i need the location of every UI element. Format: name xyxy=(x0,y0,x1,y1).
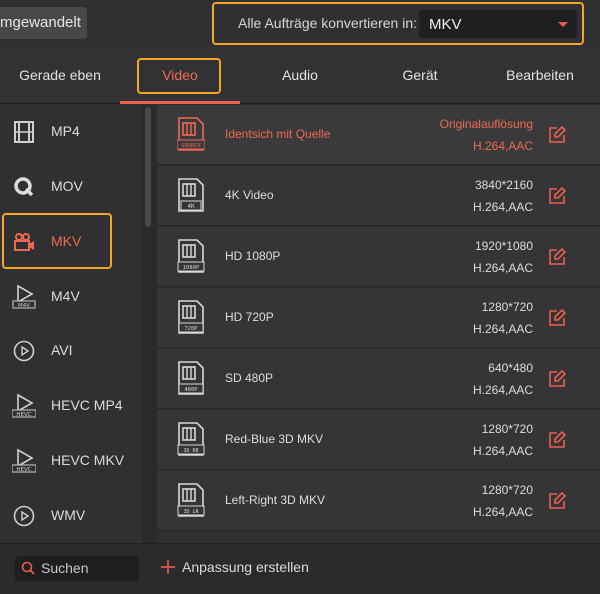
hevc-play-icon: HEVC xyxy=(12,393,36,418)
preset-resolution: 1920*1080 xyxy=(474,239,533,253)
svg-text:3D RB: 3D RB xyxy=(183,448,198,454)
preset-row-source[interactable]: SOURCE Identsich mit Quelle Originalaufl… xyxy=(157,105,600,165)
svg-text:480P: 480P xyxy=(184,387,198,393)
file-icon: 480P xyxy=(178,361,204,395)
tab-recent[interactable]: Gerade eben xyxy=(0,46,120,104)
svg-text:HEVC: HEVC xyxy=(16,467,31,473)
tab-edit[interactable]: Bearbeiten xyxy=(480,46,600,104)
search-placeholder: Suchen xyxy=(41,560,89,576)
m4v-play-icon: M4V xyxy=(12,284,36,309)
preset-resolution: 640*480 xyxy=(488,361,533,375)
sidebar-scrollbar[interactable] xyxy=(142,105,154,543)
play-circle-icon xyxy=(13,505,35,527)
file-icon: 1080P xyxy=(177,239,205,273)
svg-text:SOURCE: SOURCE xyxy=(181,143,201,149)
preset-row-4k[interactable]: 4K 4K Video 3840*2160 H.264,AAC xyxy=(157,166,600,226)
svg-text:720P: 720P xyxy=(184,326,198,332)
tab-audio[interactable]: Audio xyxy=(240,46,360,104)
sidebar-item-avi[interactable]: AVI xyxy=(0,324,142,378)
preset-codec: H.264,AAC xyxy=(472,383,533,397)
sidebar-item-mov[interactable]: MOV xyxy=(0,160,142,214)
film-icon xyxy=(14,121,34,143)
preset-codec: H.264,AAC xyxy=(472,139,533,153)
file-icon: 3D RB xyxy=(177,422,205,456)
file-icon: 3D LR xyxy=(177,483,205,517)
preset-resolution: Originalauflösung xyxy=(439,117,533,131)
preset-codec: H.264,AAC xyxy=(472,261,533,275)
sidebar-item-hevc-mkv[interactable]: HEVC HEVC MKV xyxy=(0,434,142,488)
sidebar-item-label: HEVC MKV xyxy=(51,452,125,468)
preset-codec: H.264,AAC xyxy=(472,322,533,336)
edit-icon[interactable] xyxy=(548,248,566,266)
active-tab-underline xyxy=(120,101,240,104)
sidebar-item-label: MOV xyxy=(51,178,83,194)
create-custom-label: Anpassung erstellen xyxy=(182,559,309,575)
preset-row-480p[interactable]: 480P SD 480P 640*480 H.264,AAC xyxy=(157,349,600,409)
preset-name: SD 480P xyxy=(225,371,274,385)
format-sidebar: MP4 MOV MKV M4V M4V AVI HEVC HEVC MP4 HE… xyxy=(0,105,142,543)
preset-resolution: 3840*2160 xyxy=(474,178,533,192)
output-format-value: MKV xyxy=(429,16,462,33)
tab-device[interactable]: Gerät xyxy=(360,46,480,104)
mkv-item-highlight xyxy=(2,213,112,269)
video-tab-highlight xyxy=(137,58,221,94)
format-tabs: Gerade eben Video Audio Gerät Bearbeiten xyxy=(0,46,600,104)
preset-codec: H.264,AAC xyxy=(472,200,533,214)
edit-icon[interactable] xyxy=(548,370,566,388)
source-file-icon: SOURCE xyxy=(177,117,205,151)
output-format-select[interactable]: MKV xyxy=(419,10,577,38)
edit-icon[interactable] xyxy=(548,126,566,144)
sidebar-item-m4v[interactable]: M4V M4V xyxy=(0,270,142,324)
edit-icon[interactable] xyxy=(548,309,566,327)
preset-name: Red-Blue 3D MKV xyxy=(225,432,324,446)
quicktime-icon xyxy=(14,177,34,197)
convert-all-label: Alle Aufträge konvertieren in: xyxy=(238,15,417,31)
play-circle-icon xyxy=(13,340,35,362)
sidebar-item-label: WMV xyxy=(51,507,86,523)
preset-row-3d-rb[interactable]: 3D RB Red-Blue 3D MKV 1280*720 H.264,AAC xyxy=(157,410,600,470)
sidebar-item-label: HEVC MP4 xyxy=(51,397,123,413)
svg-text:3D LR: 3D LR xyxy=(183,509,199,515)
sidebar-scroll-thumb[interactable] xyxy=(145,107,151,227)
preset-row-720p[interactable]: 720P HD 720P 1280*720 H.264,AAC xyxy=(157,288,600,348)
svg-text:1080P: 1080P xyxy=(183,265,200,271)
file-icon: 720P xyxy=(178,300,204,334)
converted-tab[interactable]: mgewandelt xyxy=(0,7,87,39)
sidebar-item-label: AVI xyxy=(51,342,73,358)
search-icon xyxy=(21,561,35,575)
top-bar: mgewandelt Alle Aufträge konvertieren in… xyxy=(0,0,600,46)
preset-name: HD 720P xyxy=(225,310,274,324)
svg-text:4K: 4K xyxy=(187,203,195,210)
preset-name: Left-Right 3D MKV xyxy=(225,493,326,507)
preset-resolution: 1280*720 xyxy=(481,422,533,436)
preset-row-3d-lr[interactable]: 3D LR Left-Right 3D MKV 1280*720 H.264,A… xyxy=(157,471,600,531)
hevc-play-icon: HEVC xyxy=(12,448,36,473)
preset-row-1080p[interactable]: 1080P HD 1080P 1920*1080 H.264,AAC xyxy=(157,227,600,287)
svg-text:HEVC: HEVC xyxy=(16,412,31,418)
edit-icon[interactable] xyxy=(548,187,566,205)
preset-name: HD 1080P xyxy=(225,249,281,263)
sidebar-item-wmv[interactable]: WMV xyxy=(0,489,142,543)
preset-codec: H.264,AAC xyxy=(472,444,533,458)
preset-resolution: 1280*720 xyxy=(481,483,533,497)
file-icon: 4K xyxy=(178,178,204,212)
preset-codec: H.264,AAC xyxy=(472,505,533,519)
preset-name: Identsich mit Quelle xyxy=(225,127,331,141)
svg-text:M4V: M4V xyxy=(18,303,30,309)
sidebar-item-mp4[interactable]: MP4 xyxy=(0,105,142,159)
edit-icon[interactable] xyxy=(548,431,566,449)
search-input[interactable]: Suchen xyxy=(15,556,139,581)
plus-icon xyxy=(161,560,175,574)
sidebar-item-hevc-mp4[interactable]: HEVC HEVC MP4 xyxy=(0,379,142,433)
sidebar-item-label: MP4 xyxy=(51,123,80,139)
sidebar-item-label: M4V xyxy=(51,288,80,304)
preset-resolution: 1280*720 xyxy=(481,300,533,314)
edit-icon[interactable] xyxy=(548,492,566,510)
convert-all-highlight: Alle Aufträge konvertieren in: MKV xyxy=(212,2,584,45)
chevron-down-icon xyxy=(558,22,568,27)
preset-list: SOURCE Identsich mit Quelle Originalaufl… xyxy=(157,105,600,543)
bottom-bar: Suchen Anpassung erstellen xyxy=(0,543,600,594)
preset-name: 4K Video xyxy=(225,188,274,202)
